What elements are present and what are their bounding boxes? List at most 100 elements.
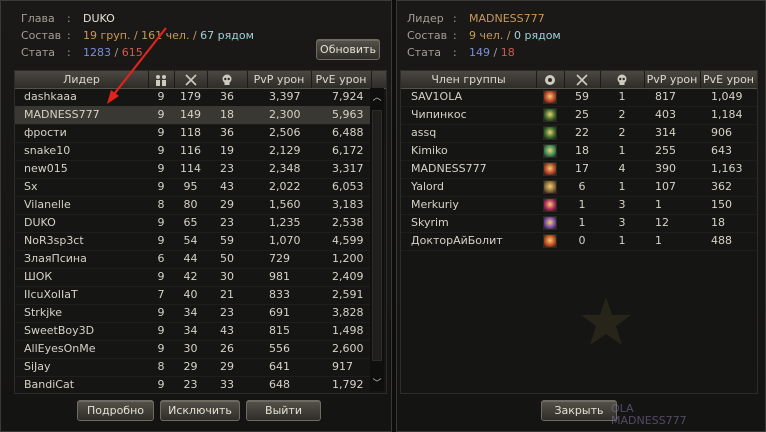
member-row[interactable]: Skyrim 1 3 12 18 — [401, 214, 757, 233]
cell-n: 6 — [157, 252, 165, 265]
group-row[interactable]: ШОК 9 42 30 981 2,409 — [15, 268, 370, 287]
class-badge-icon — [543, 144, 557, 158]
exclude-button[interactable]: Исключить — [160, 400, 240, 421]
cell-name: new015 — [24, 162, 68, 175]
cell-k: 1 — [578, 198, 586, 211]
leave-button[interactable]: Выйти — [246, 400, 321, 421]
group-row[interactable]: Vilanelle 8 80 29 1,560 3,183 — [15, 196, 370, 215]
col-pve[interactable]: PvE урон — [311, 71, 372, 88]
group-panel: Лидер: MADNESS777 Состав:9 чел. / 0 рядом… — [396, 0, 766, 432]
cell-k: 25 — [575, 108, 589, 121]
cell-d: 4 — [618, 162, 626, 175]
cell-k: 59 — [575, 90, 589, 103]
cell-n: 9 — [157, 378, 165, 391]
cell-d: 30 — [220, 270, 234, 283]
cell-n: 9 — [157, 126, 165, 139]
group-row[interactable]: AllEyesOnMe 9 30 26 556 2,600 — [15, 340, 370, 359]
group-row[interactable]: IIcuXoIIaT 7 40 21 833 2,591 — [15, 286, 370, 305]
cell-pve: 5,963 — [332, 108, 364, 121]
col-member-pve[interactable]: PvE урон — [700, 71, 757, 88]
group-row[interactable]: NoR3sp3ct 9 54 59 1,070 4,599 — [15, 232, 370, 251]
col-pvp[interactable]: PvP урон — [247, 71, 312, 88]
cell-pve: 1,184 — [711, 108, 743, 121]
cell-d: 3 — [618, 216, 626, 229]
cell-d: 2 — [618, 126, 626, 139]
member-row[interactable]: MADNESS777 17 4 390 1,163 — [401, 160, 757, 179]
close-button[interactable]: Закрыть — [541, 400, 617, 421]
cell-pvp: 815 — [269, 324, 290, 337]
col-member[interactable]: Член группы — [401, 71, 537, 88]
members-table-header: Член группы PvP урон PvE урон — [401, 71, 757, 89]
member-row[interactable]: assq 22 2 314 906 — [401, 124, 757, 143]
cell-d: 1 — [618, 90, 626, 103]
col-class[interactable] — [536, 71, 565, 88]
cell-d: 50 — [220, 252, 234, 265]
cell-n: 9 — [157, 162, 165, 175]
cell-pve: 362 — [711, 180, 732, 193]
cell-pve: 6,053 — [332, 180, 364, 193]
stat-label: Стата — [21, 46, 55, 59]
cell-pve: 1,163 — [711, 162, 743, 175]
group-row[interactable]: new015 9 114 23 2,348 3,317 — [15, 160, 370, 179]
group-row[interactable]: фрости 9 118 36 2,506 6,488 — [15, 124, 370, 143]
near-count: 67 рядом — [200, 29, 254, 42]
cell-pvp: 981 — [269, 270, 290, 283]
cell-k: 95 — [183, 180, 198, 193]
group-row[interactable]: SiJay 8 29 29 641 917 — [15, 358, 370, 377]
scroll-thumb[interactable] — [372, 110, 382, 361]
cell-k: 18 — [575, 144, 589, 157]
member-row[interactable]: Чипинкос 25 2 403 1,184 — [401, 106, 757, 125]
cell-name: фрости — [24, 126, 67, 139]
cell-pve: 7,924 — [332, 90, 364, 103]
cell-pvp: 2,348 — [269, 162, 301, 175]
cell-n: 9 — [157, 180, 165, 193]
col-member-pvp[interactable]: PvP урон — [644, 71, 701, 88]
cell-d: 26 — [220, 342, 234, 355]
member-row[interactable]: ДокторАйБолит 0 1 1 488 — [401, 232, 757, 251]
cell-pve: 6,488 — [332, 126, 364, 139]
member-row[interactable]: Yalord 6 1 107 362 — [401, 178, 757, 197]
col-member-kills[interactable] — [564, 71, 601, 88]
group-row[interactable]: snake10 9 116 19 2,129 6,172 — [15, 142, 370, 161]
group-row[interactable]: dashkaaa 9 179 36 3,397 7,924 — [15, 88, 370, 107]
cell-pvp: 12 — [655, 216, 669, 229]
member-row[interactable]: SAV1OLA 59 1 817 1,049 — [401, 88, 757, 107]
class-badge-icon — [543, 162, 557, 176]
class-badge-icon — [543, 108, 557, 122]
group-row[interactable]: ЗлаяПсина 6 44 50 729 1,200 — [15, 250, 370, 269]
cell-pvp: 255 — [655, 144, 676, 157]
cell-name: dashkaaa — [24, 90, 77, 103]
leader-label: Глава — [21, 12, 55, 25]
groups-scrollbar[interactable]: ︿ ﹀ — [370, 88, 384, 391]
faint-star-emblem — [581, 297, 631, 345]
refresh-button[interactable]: Обновить — [316, 39, 380, 60]
col-member-deaths[interactable] — [600, 71, 645, 88]
cell-n: 8 — [157, 360, 165, 373]
cell-pvp: 107 — [655, 180, 676, 193]
group-row[interactable]: DUKO 9 65 23 1,235 2,538 — [15, 214, 370, 233]
group-row[interactable]: BandiCat 9 23 33 648 1,792 — [15, 376, 370, 393]
col-kills[interactable] — [174, 71, 208, 88]
group-row[interactable]: MADNESS777 9 149 18 2,300 5,963 — [15, 106, 370, 125]
group-info: Лидер: MADNESS777 Состав:9 чел. / 0 рядом… — [407, 12, 561, 59]
member-row[interactable]: Kimiko 18 1 255 643 — [401, 142, 757, 161]
scroll-up-icon[interactable]: ︿ — [370, 90, 384, 103]
group-row[interactable]: Sx 9 95 43 2,022 6,053 — [15, 178, 370, 197]
member-row[interactable]: Merkuriy 1 3 1 150 — [401, 196, 757, 215]
col-deaths[interactable] — [207, 71, 248, 88]
group-row[interactable]: SweetBoy3D 9 34 43 815 1,498 — [15, 322, 370, 341]
scroll-down-icon[interactable]: ﹀ — [370, 376, 384, 389]
cell-pvp: 314 — [655, 126, 676, 139]
cell-d: 18 — [220, 108, 234, 121]
cell-d: 29 — [220, 360, 234, 373]
cell-n: 9 — [157, 270, 165, 283]
cell-d: 3 — [618, 198, 626, 211]
class-badge-icon — [543, 198, 557, 212]
group-row[interactable]: Strkjke 9 34 23 691 3,828 — [15, 304, 370, 323]
cell-d: 23 — [220, 306, 234, 319]
cell-d: 23 — [220, 216, 234, 229]
details-button[interactable]: Подробно — [77, 400, 154, 421]
cell-pvp: 817 — [655, 90, 676, 103]
cell-pvp: 833 — [269, 288, 290, 301]
cell-d: 33 — [220, 378, 234, 391]
